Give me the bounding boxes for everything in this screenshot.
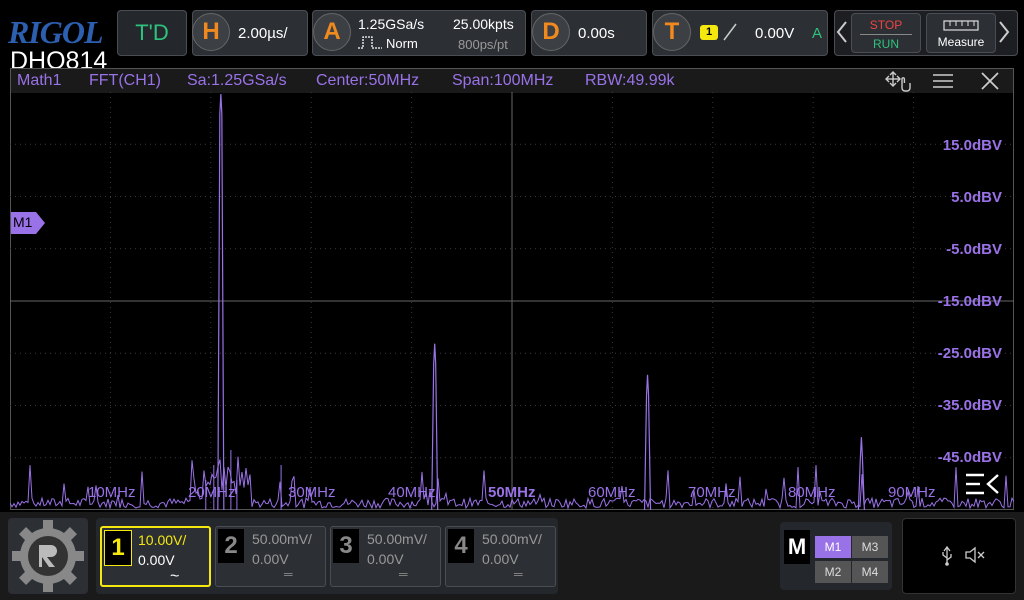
spectrum-peak-3 [643,374,652,510]
channel-3-box[interactable]: 3 50.00mV/ 0.00V ═ [330,526,441,587]
channel-4-scale: 50.00mV/ [482,531,542,547]
spectrum-peak-1 [217,93,225,510]
channel-3-number: 3 [333,529,359,563]
math-m2-button[interactable]: M2 [815,561,851,583]
horizontal-badge[interactable]: H [192,13,230,51]
channel-4-number: 4 [448,529,474,563]
trigger-level: 0.00V [755,25,795,42]
collapse-menu-icon[interactable] [964,472,1002,503]
math-title[interactable]: Math1 [17,72,61,90]
channel-1-box[interactable]: 1 10.00V/ 0.00V ~ [100,526,211,587]
channel-3-scale: 50.00mV/ [367,531,427,547]
channel-4-coupling-icon: ═ [514,567,523,581]
y-label-3: -5.0dBV [946,241,1002,258]
trigger-source-badge: 1 [700,25,718,40]
menu-icon[interactable] [932,73,954,94]
x-label-1: 10MHz [88,484,136,501]
delay-badge[interactable]: D [532,13,570,51]
y-label-1: 15.0dBV [942,137,1002,154]
memory-depth: 25.00kpts [453,16,514,32]
channel-1-coupling-icon: ~ [170,568,180,585]
channel-1-offset: 0.00V [138,552,175,568]
acquire-badge[interactable]: A [313,13,351,51]
chevron-right-icon[interactable] [998,20,1010,49]
status-panel [902,518,1016,594]
time-resolution: 800ps/pt [458,37,508,52]
home-gear-button[interactable] [8,518,88,594]
channel-3-coupling-icon: ═ [399,567,408,581]
math-marker[interactable]: M1 [11,212,45,234]
trigger-status-label: T'D [135,20,169,45]
chevron-left-icon[interactable] [836,20,848,49]
stop-label: STOP [869,18,903,32]
rising-edge-icon [722,22,738,47]
run-stop-button[interactable]: STOP RUN [851,13,921,53]
y-label-4: -15.0dBV [937,293,1002,310]
y-label-7: -45.0dBV [937,449,1002,466]
delay-value: 0.00s [578,25,615,42]
channel-1-scale: 10.00V/ [138,532,187,548]
spectrum-plot [10,92,1014,510]
channel-2-scale: 50.00mV/ [252,531,312,547]
y-label-6: -35.0dBV [937,397,1002,414]
speaker-muted-icon[interactable] [964,546,986,569]
measure-label: Measure [937,35,985,49]
x-label-7: 70MHz [688,484,736,501]
timebase-value: 2.00µs/ [238,25,288,42]
channel-3-offset: 0.00V [367,551,404,567]
channel-2-number: 2 [218,529,244,563]
x-label-4: 40MHz [388,484,436,501]
math-m3-button[interactable]: M3 [852,536,888,558]
trigger-status[interactable]: T'D [117,10,187,56]
run-label: RUN [873,37,899,51]
x-label-8: 80MHz [788,484,836,501]
fft-span[interactable]: Span:100MHz [452,72,553,90]
math-sample-rate: Sa:1.25GSa/s [187,72,287,89]
x-label-3: 30MHz [288,484,336,501]
usb-icon [940,545,954,571]
math-marker-label: M1 [13,214,33,230]
trigger-badge[interactable]: T [653,13,691,51]
fft-rbw: RBW:49.99k [585,72,675,89]
channel-1-number: 1 [104,530,132,566]
math-source: FFT(CH1) [89,72,161,89]
channel-2-offset: 0.00V [252,551,289,567]
y-label-5: -25.0dBV [937,345,1002,362]
spectrum-peak-4 [857,437,865,510]
x-label-5: 50MHz [488,484,536,501]
x-label-6: 60MHz [588,484,636,501]
sample-rate: 1.25GSa/s [358,16,425,32]
channel-2-box[interactable]: 2 50.00mV/ 0.00V ═ [215,526,326,587]
acquire-mode: Norm [386,36,418,51]
y-label-2: 5.0dBV [951,189,1002,206]
channel-2-coupling-icon: ═ [284,567,293,581]
channel-4-offset: 0.00V [482,551,519,567]
x-label-9: 90MHz [888,484,936,501]
math-m1-button[interactable]: M1 [815,536,851,558]
ruler-icon [943,18,979,32]
measure-button[interactable]: Measure [926,13,996,53]
fft-center[interactable]: Center:50MHz [316,72,419,90]
pulse-icon [358,35,382,49]
x-label-2: 20MHz [188,484,236,501]
math-menu-button[interactable]: M [784,530,810,564]
math-m4-button[interactable]: M4 [852,561,888,583]
channel-4-box[interactable]: 4 50.00mV/ 0.00V ═ [445,526,556,587]
rigol-logo: RIGOL [8,14,104,50]
trigger-mode: A [812,25,823,42]
